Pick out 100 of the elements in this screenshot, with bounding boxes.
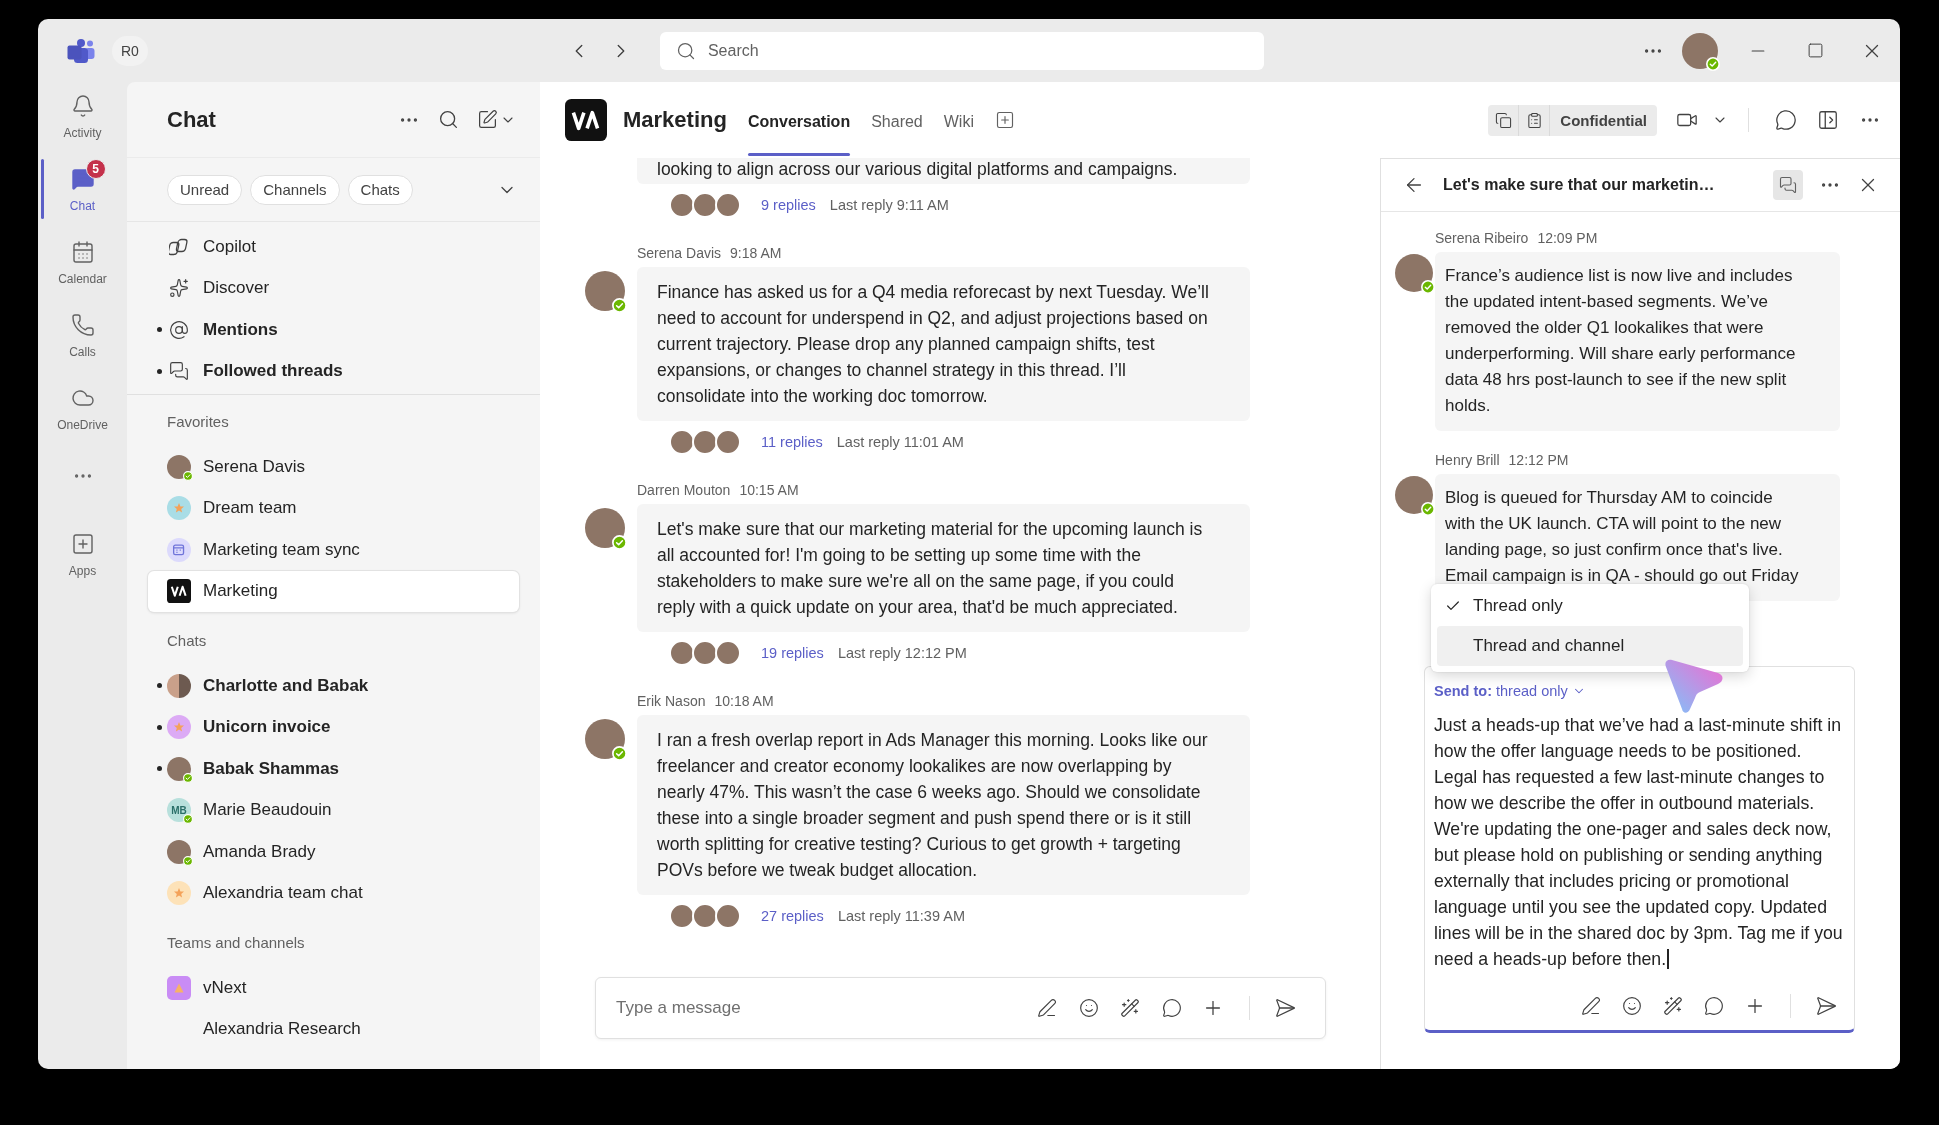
search-field[interactable]: Search bbox=[659, 31, 1264, 70]
avatar-placeholder bbox=[692, 903, 718, 929]
magic-wand-icon[interactable] bbox=[1663, 996, 1683, 1016]
section-heading: Favorites bbox=[166, 412, 230, 432]
send-icon[interactable] bbox=[1815, 995, 1837, 1017]
copy-icon bbox=[1494, 111, 1512, 129]
channel-tab[interactable]: Conversation bbox=[747, 82, 851, 158]
text-cursor-icon bbox=[1667, 949, 1669, 969]
sender-name: Erik Nason bbox=[637, 693, 706, 709]
channel-tab[interactable]: Shared bbox=[871, 82, 923, 158]
channel-tab[interactable]: Wiki bbox=[943, 82, 974, 158]
magic-wand-icon[interactable] bbox=[1120, 998, 1140, 1018]
message-time: 10:18 AM bbox=[714, 693, 774, 709]
message-time: 9:18 AM bbox=[730, 245, 782, 261]
sender-name: Serena Davis bbox=[637, 245, 722, 261]
at-sign-icon bbox=[169, 319, 189, 340]
profile-avatar-placeholder[interactable] bbox=[1682, 32, 1718, 69]
sender-name: Darren Mouton bbox=[637, 482, 731, 498]
search-icon[interactable] bbox=[438, 109, 459, 130]
chat-list-item[interactable]: MB Marie Beaudouin bbox=[148, 789, 519, 831]
rail-tab[interactable]: OneDrive bbox=[38, 378, 127, 451]
followed-thread-button[interactable] bbox=[1773, 170, 1803, 200]
chat-list-item[interactable]: Serena Davis bbox=[148, 446, 519, 488]
section-heading: Chats bbox=[166, 631, 208, 651]
reply-input[interactable]: Just a heads-up that we’ve had a last-minute shift in how the offer language needs to be positioned. Legal has requested a few last-minute changes to how we describe the offer in outbound materials. We're updating the one-pager and sales deck now, but please hold on publishing or sending anything externally that includes pricing or promotional language until you see the updated copy. Updated lines will be in the shared doc by 3pm. Tag me if you need a heads-up before then. bbox=[1434, 712, 1843, 972]
avatar-placeholder bbox=[692, 640, 718, 666]
pen-icon[interactable] bbox=[1581, 996, 1601, 1016]
clipboard-icon bbox=[1525, 111, 1543, 129]
chat-list-item[interactable]: Alexandria Research bbox=[148, 1008, 519, 1050]
sensitivity-label-button[interactable]: Confidential bbox=[1488, 104, 1657, 136]
replies-link[interactable]: 19 replies bbox=[761, 645, 824, 661]
calendar-icon bbox=[70, 240, 95, 264]
chat-list-item[interactable]: Amanda Brady bbox=[148, 831, 519, 873]
replies-link[interactable]: 11 replies bbox=[761, 434, 823, 450]
rail-tab[interactable]: Apps bbox=[38, 524, 127, 597]
message-bubble: Finance has asked us for a Q4 media reforecast by next Tuesday. We’ll need to account for underspend in Q2, and adjust projections based on current trajectory. Please drop any planned campaign shifts, test expansions, or changes to channel strategy in this thread. I’ll consolidate into the working doc tomorrow. bbox=[637, 267, 1250, 421]
avatar-placeholder bbox=[692, 192, 718, 218]
notification-badge: 5 bbox=[85, 159, 106, 179]
chat-bubble-icon[interactable] bbox=[1161, 998, 1182, 1018]
avatar-placeholder bbox=[669, 903, 695, 929]
replies-link[interactable]: 27 replies bbox=[761, 908, 824, 924]
chat-list-item[interactable]: Copilot bbox=[148, 226, 519, 268]
chat-list-item[interactable]: Followed threads bbox=[148, 350, 519, 392]
chat-bubble-icon[interactable] bbox=[1704, 996, 1724, 1016]
phone-icon bbox=[70, 313, 95, 337]
smiley-icon[interactable] bbox=[1078, 998, 1099, 1018]
avatar-placeholder bbox=[167, 454, 191, 479]
avatar-placeholder bbox=[167, 839, 191, 864]
rail-tab[interactable]: Calls bbox=[38, 305, 127, 378]
message-bubble: looking to align across our various digital platforms and campaigns. bbox=[637, 158, 1250, 184]
pen-icon[interactable] bbox=[1037, 998, 1057, 1018]
maximize-icon[interactable] bbox=[1806, 42, 1824, 59]
sparkles-icon bbox=[169, 278, 189, 299]
smiley-icon[interactable] bbox=[1622, 996, 1642, 1016]
last-reply-time: Last reply 9:11 AM bbox=[829, 197, 949, 213]
avatar-placeholder bbox=[715, 903, 741, 929]
send-to-dropdown[interactable]: Send to: thread only bbox=[1434, 680, 1586, 702]
message-time: 12:09 PM bbox=[1537, 230, 1598, 246]
chat-list-item[interactable]: Alexandria team chat bbox=[148, 872, 519, 914]
message-field[interactable]: Type a message bbox=[595, 977, 1326, 1039]
rail-tab[interactable]: Activity bbox=[38, 86, 127, 159]
section-heading: Teams and channels bbox=[166, 933, 306, 953]
chat-list-item[interactable]: Unicorn invoice bbox=[148, 706, 519, 748]
add-tab-icon[interactable] bbox=[995, 110, 1015, 130]
avatar-placeholder bbox=[585, 508, 625, 548]
rail-tab[interactable]: Calendar bbox=[38, 232, 127, 305]
rail-tab[interactable]: 5 Chat bbox=[38, 159, 127, 232]
chat-bubbles-icon bbox=[1779, 176, 1797, 194]
chat-list-item[interactable]: Babak Shammas bbox=[148, 748, 519, 790]
chat-list-item[interactable]: Marketing bbox=[148, 570, 519, 612]
filter-chip[interactable]: Chats bbox=[347, 174, 413, 205]
chat-list-item[interactable]: Charlotte and Babak bbox=[148, 665, 519, 707]
chat-bubble-icon[interactable] bbox=[1775, 109, 1797, 131]
chat-list-item[interactable]: Marketing team sync bbox=[148, 529, 519, 571]
filter-chip[interactable]: Unread bbox=[167, 174, 243, 205]
sidebar-title: Chat bbox=[167, 106, 216, 133]
replies-link[interactable]: 9 replies bbox=[761, 197, 816, 213]
last-reply-time: Last reply 11:39 AM bbox=[837, 908, 965, 924]
calendar-avatar-icon bbox=[167, 537, 191, 562]
avatar-placeholder bbox=[167, 756, 191, 781]
cursor-arrow-icon bbox=[1662, 659, 1724, 713]
org-switcher-button[interactable]: R0 bbox=[112, 35, 148, 66]
message-bubble: Let's make sure that our marketing material for the upcoming launch is all accounted for! I'm going to be setting up some time with the stakeholders to make sure we're all on the same page, if you could reply with a quick update on your area, that'd be much appreciated. bbox=[637, 504, 1250, 632]
chat-list-item[interactable]: Discover bbox=[148, 267, 519, 309]
side-panel-icon[interactable] bbox=[1817, 109, 1839, 131]
message-time: 10:15 AM bbox=[739, 482, 799, 498]
message-bubble: France’s audience list is now live and includes the updated intent-based segments. We’ve removed the older Q1 lookalikes that were underperforming. Will share early performance data 48 hrs post-launch to see if the new split holds. bbox=[1435, 252, 1840, 431]
search-icon bbox=[675, 40, 696, 61]
sender-name: Serena Ribeiro bbox=[1435, 230, 1529, 246]
chat-list-item[interactable]: vNext bbox=[148, 967, 519, 1009]
send-icon[interactable] bbox=[1274, 997, 1296, 1019]
chat-list-item[interactable]: Mentions bbox=[148, 309, 519, 351]
app-logo-icon bbox=[67, 37, 95, 64]
avatar-placeholder bbox=[669, 429, 695, 455]
avatar-placeholder bbox=[585, 719, 625, 759]
chat-list-item[interactable]: Dream team bbox=[148, 487, 519, 529]
overlapping-shapes-icon bbox=[169, 236, 189, 257]
compose-icon[interactable] bbox=[477, 109, 498, 130]
filter-chip[interactable]: Channels bbox=[250, 174, 340, 205]
menu-item[interactable]: Thread and channel bbox=[1437, 626, 1743, 666]
